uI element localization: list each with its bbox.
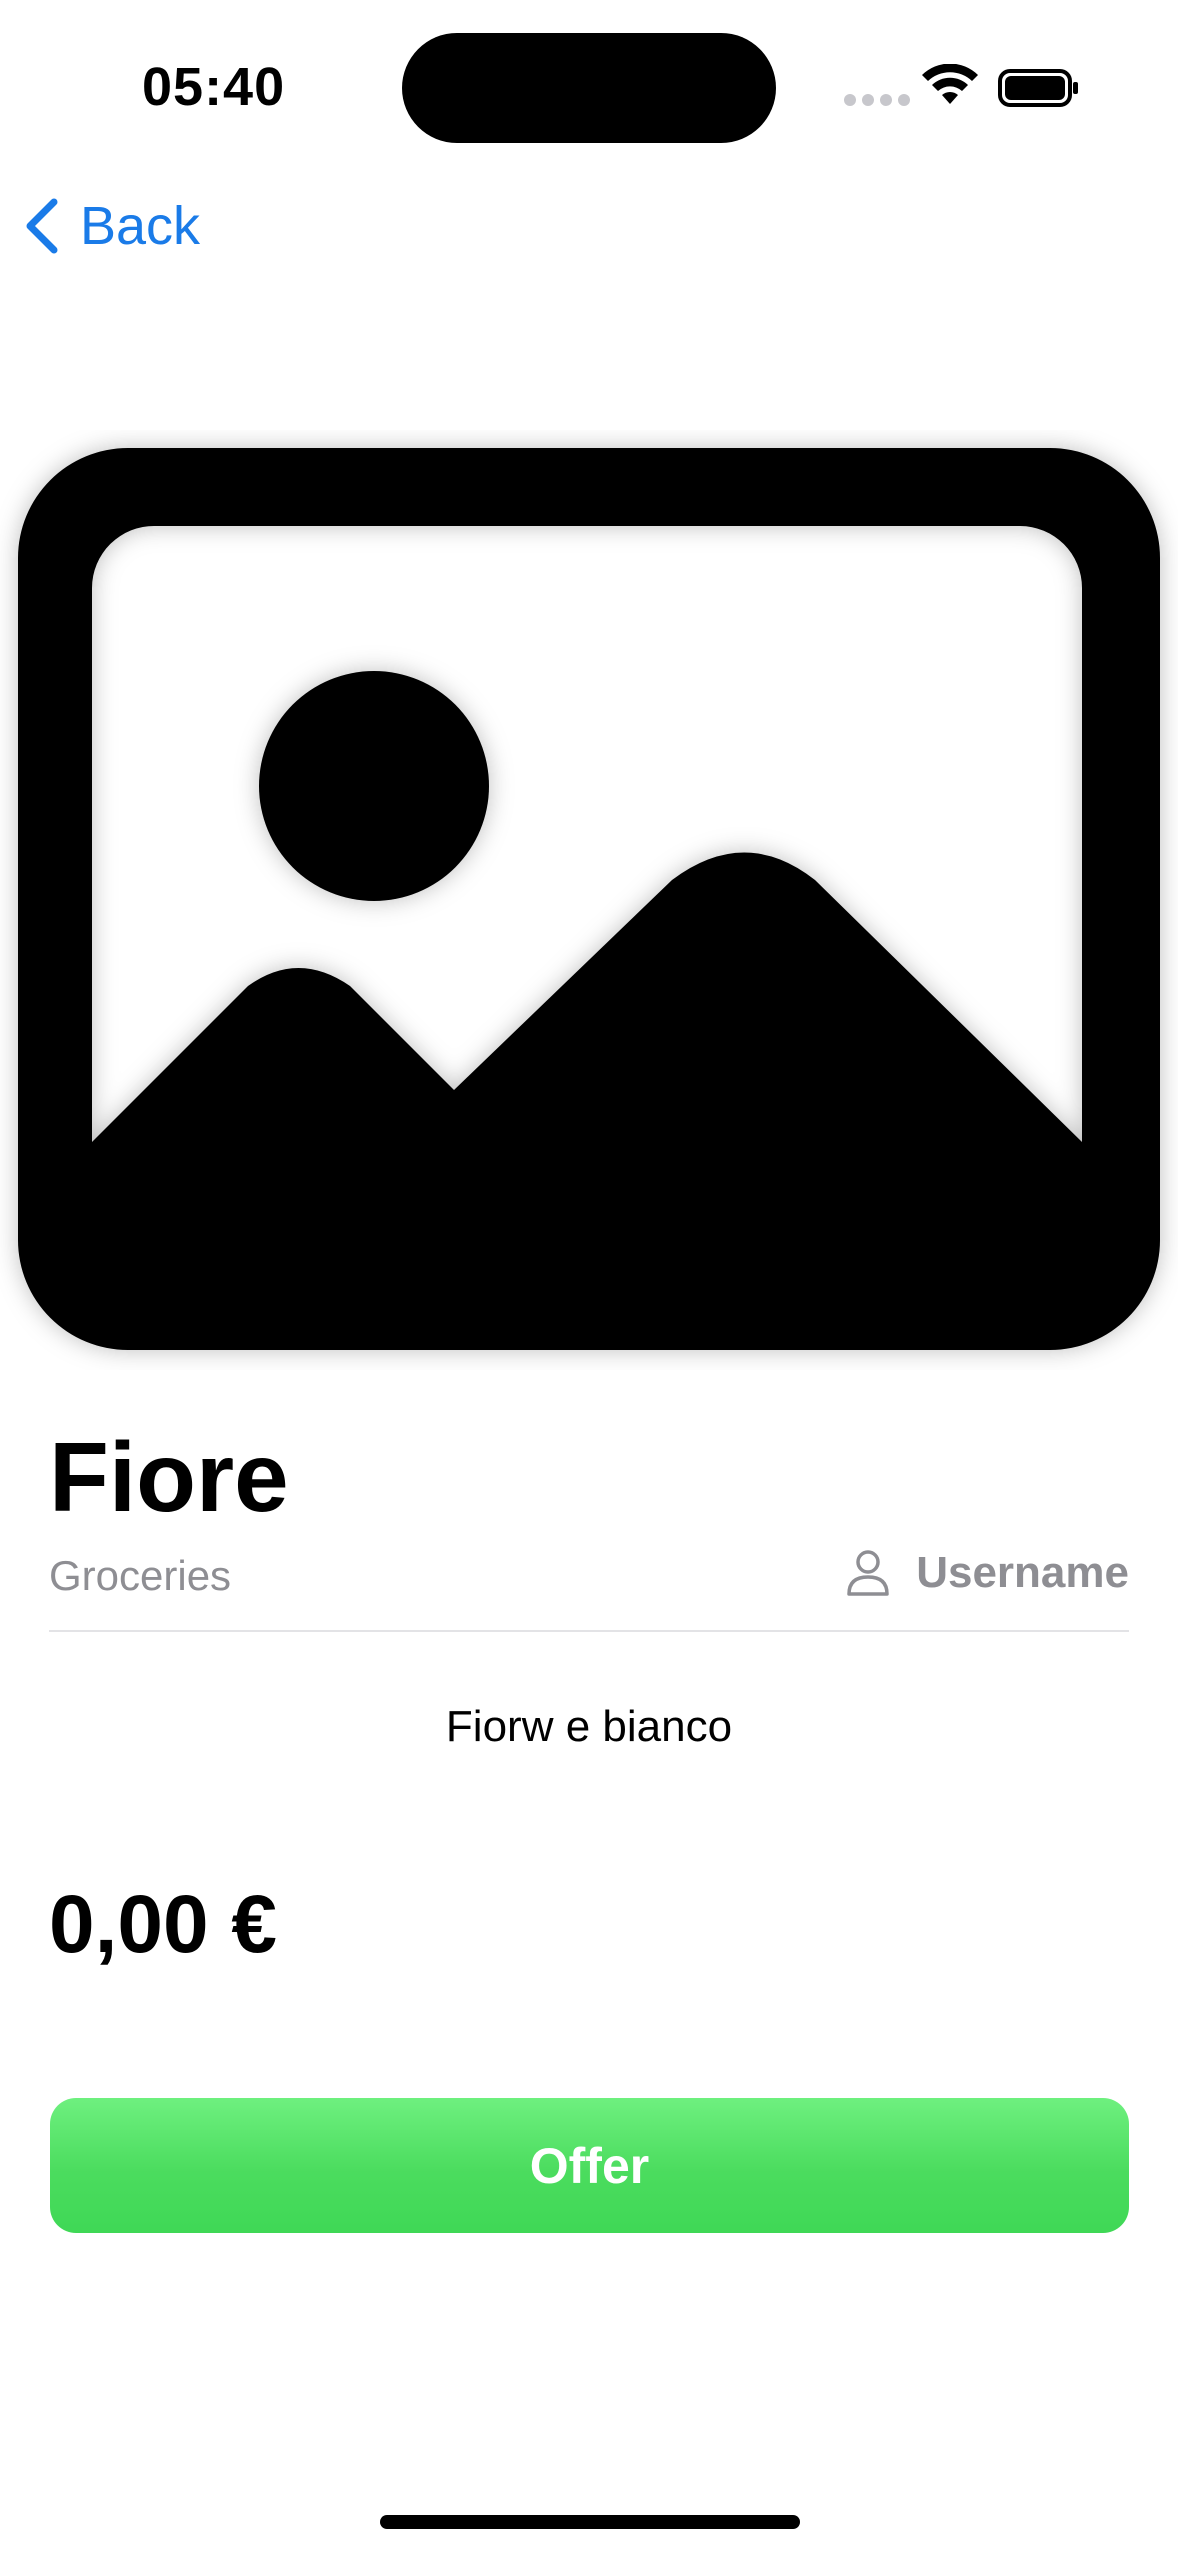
product-category: Groceries xyxy=(49,1552,232,1599)
dynamic-island xyxy=(402,33,776,143)
divider xyxy=(49,1630,1129,1632)
offer-button[interactable]: Offer xyxy=(50,2098,1129,2233)
home-indicator[interactable] xyxy=(380,2515,800,2529)
chevron-left-icon xyxy=(26,198,58,254)
cellular-signal-icon xyxy=(844,94,910,106)
wifi-icon xyxy=(922,64,978,104)
product-title: Fiore xyxy=(49,1422,289,1532)
offer-button-label: Offer xyxy=(529,2137,650,2194)
battery-icon xyxy=(998,69,1078,107)
photo-placeholder-icon xyxy=(18,448,1160,1350)
product-price: 0,00 € xyxy=(49,1879,277,1970)
back-button[interactable]: Back xyxy=(22,190,200,262)
status-time: 05:40 xyxy=(142,57,286,117)
person-icon xyxy=(847,1550,889,1596)
seller-username: Username xyxy=(916,1548,1129,1597)
status-bar: 05:40 xyxy=(0,0,1178,160)
back-label: Back xyxy=(80,196,201,256)
product-description: Fiorw e bianco xyxy=(445,1702,733,1751)
seller-info[interactable]: Username xyxy=(846,1548,1129,1598)
